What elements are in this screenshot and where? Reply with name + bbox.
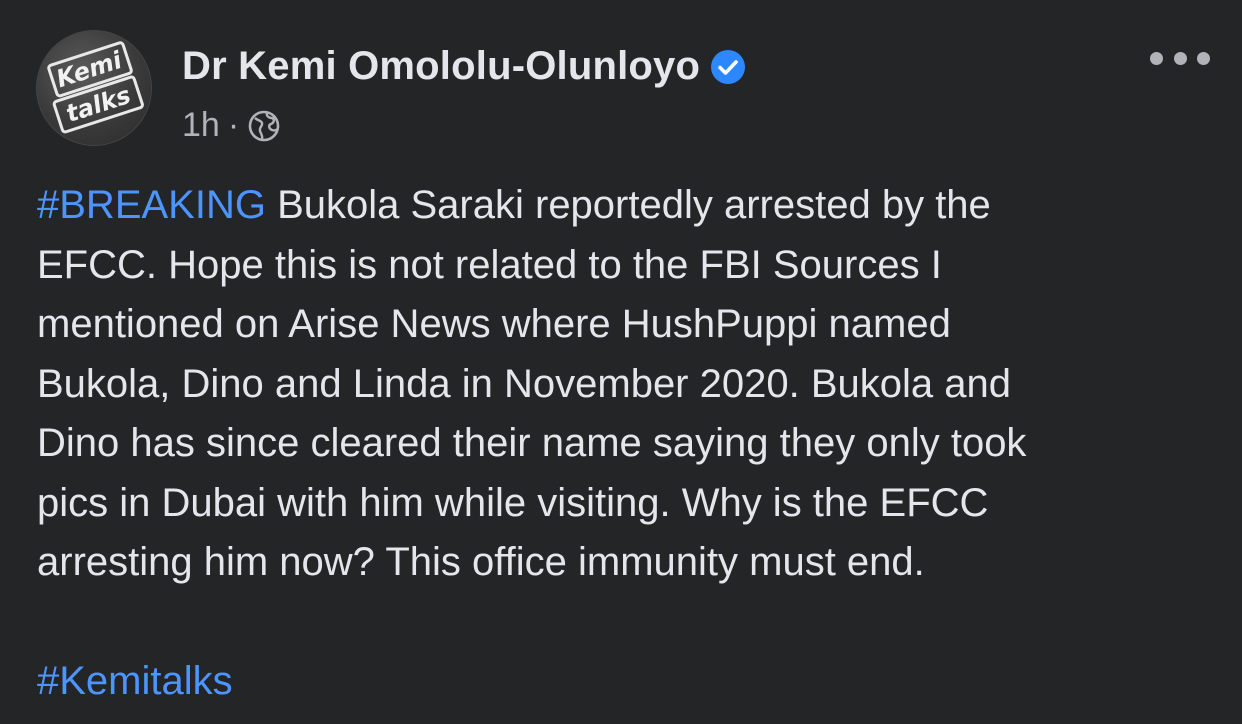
more-options-icon-dot — [1150, 51, 1163, 65]
post-line: Dino has since cleared their name saying… — [37, 421, 1027, 465]
author-name-link[interactable]: Dr Kemi Omololu-Olunloyo — [182, 44, 700, 89]
post-line: #BREAKING Bukola Saraki reportedly arres… — [37, 176, 1217, 236]
post-line-text: Bukola Saraki reportedly arrested by the — [265, 183, 991, 227]
more-options-button[interactable] — [1150, 44, 1210, 72]
hashtag-kemitalks-link[interactable]: #Kemitalks — [37, 659, 233, 703]
more-options-icon-dot — [1173, 51, 1187, 65]
more-options-icon-dot — [1197, 51, 1210, 65]
post-line: EFCC. Hope this is not related to the FB… — [37, 242, 942, 287]
author-avatar[interactable]: Kemi talks — [36, 30, 152, 146]
post-body: #BREAKING Bukola Saraki reportedly arres… — [37, 176, 1217, 712]
kemitalks-logo: Kemi talks — [47, 41, 144, 134]
post-line: pics in Dubai with him while visiting. W… — [37, 480, 989, 525]
post-meta: 1h · — [182, 106, 281, 145]
verified-badge-icon — [710, 49, 746, 85]
post-header: Kemi talks Dr Kemi Omololu-Olunloyo 1h · — [36, 30, 1216, 146]
post-timestamp-link[interactable]: 1h — [182, 106, 220, 145]
author-row: Dr Kemi Omololu-Olunloyo — [182, 44, 746, 89]
globe-icon[interactable] — [247, 109, 281, 143]
meta-separator: · — [227, 106, 240, 144]
post-line: Bukola, Dino and Linda in November 2020.… — [37, 361, 1011, 406]
hashtag-breaking-link[interactable]: #BREAKING — [37, 183, 266, 227]
post-line: arresting him now? This office immunity … — [37, 540, 925, 584]
post-line: mentioned on Arise News where HushPuppi … — [37, 302, 951, 346]
post-line: #Kemitalks — [37, 652, 1217, 712]
